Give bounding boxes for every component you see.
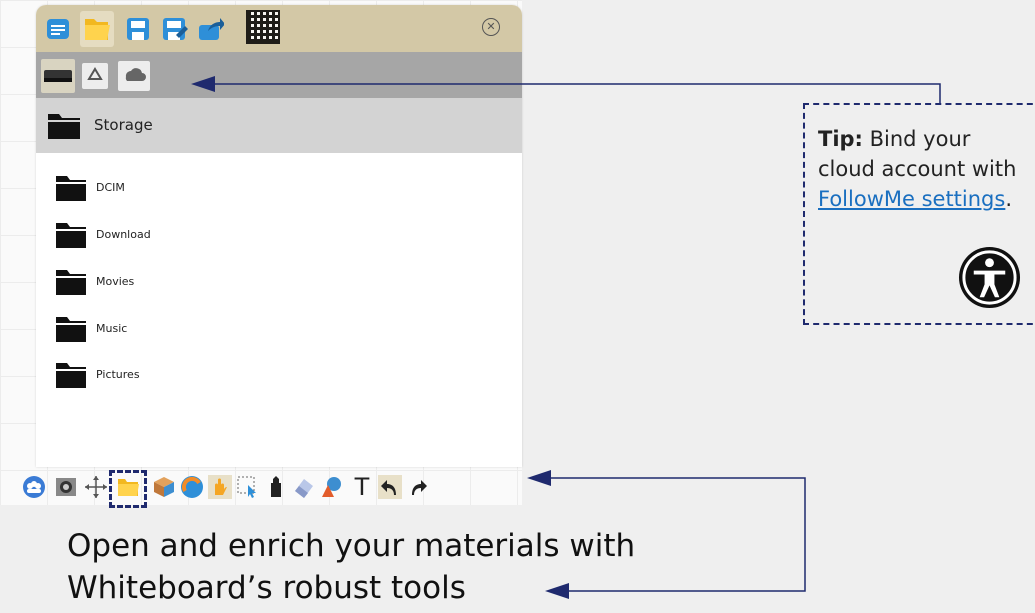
annotation-arrows bbox=[191, 76, 941, 599]
tip-arrowhead bbox=[191, 76, 215, 92]
toolbar-arrow-line bbox=[548, 477, 806, 592]
caption-arrowhead bbox=[545, 583, 569, 599]
tip-arrow-line bbox=[213, 83, 941, 103]
toolbar-arrowhead bbox=[527, 470, 551, 486]
